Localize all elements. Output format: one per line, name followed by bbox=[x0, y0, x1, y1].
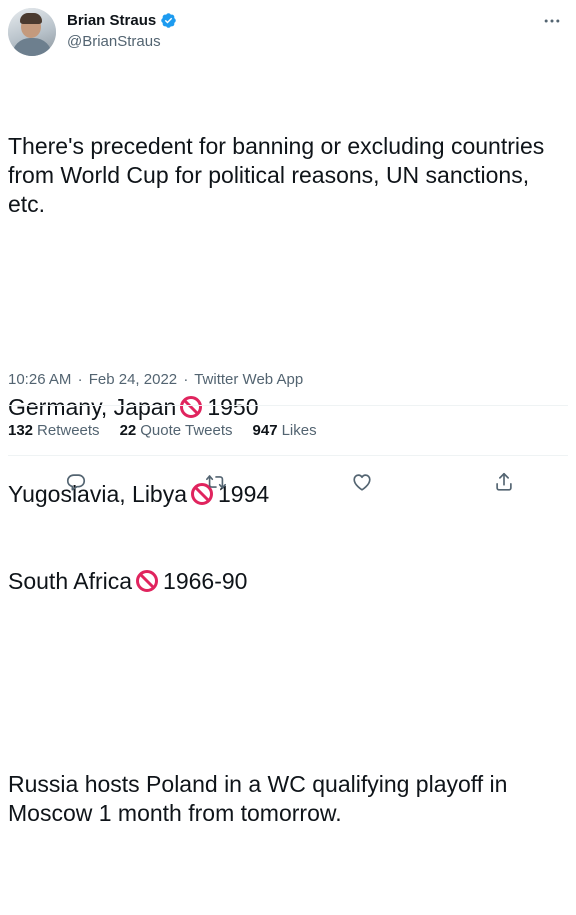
divider bbox=[8, 455, 568, 456]
tweet-time[interactable]: 10:26 AM bbox=[8, 371, 71, 388]
tweet-actions bbox=[0, 464, 576, 500]
prohibited-icon bbox=[135, 569, 159, 593]
likes-count: 947 bbox=[252, 422, 278, 439]
quote-tweets-stat[interactable]: 22 Quote Tweets bbox=[120, 422, 233, 439]
more-horizontal-icon[interactable] bbox=[538, 10, 566, 32]
author-display-name[interactable]: Brian Straus bbox=[67, 12, 156, 29]
author-handle[interactable]: @BrianStraus bbox=[67, 33, 161, 50]
retweets-label: Retweets bbox=[37, 422, 100, 439]
tweet-header: Brian Straus @BrianStraus bbox=[8, 8, 568, 60]
share-icon[interactable] bbox=[486, 464, 522, 500]
likes-label: Likes bbox=[281, 422, 317, 439]
meta-separator: · bbox=[183, 371, 189, 388]
ban-line-3-years: 1966-90 bbox=[163, 568, 248, 594]
ban-line-1-years: 1950 bbox=[207, 394, 259, 420]
retweets-count: 132 bbox=[8, 422, 34, 439]
retweet-icon[interactable] bbox=[198, 464, 234, 500]
ban-line-1-countries: Germany, Japan bbox=[8, 394, 177, 420]
ban-line-3-countries: South Africa bbox=[8, 568, 133, 594]
tweet-stats: 132 Retweets 22 Quote Tweets 947 Likes bbox=[8, 422, 317, 439]
retweets-stat[interactable]: 132 Retweets bbox=[8, 422, 100, 439]
author-name-row[interactable]: Brian Straus bbox=[67, 12, 177, 29]
verified-badge-icon bbox=[160, 12, 177, 29]
tweet-date[interactable]: Feb 24, 2022 bbox=[89, 371, 177, 388]
tweet-paragraph-3: Russia hosts Poland in a WC qualifying p… bbox=[8, 771, 514, 826]
quote-tweets-count: 22 bbox=[119, 422, 137, 439]
like-icon[interactable] bbox=[344, 464, 380, 500]
tweet-meta: 10:26 AM · Feb 24, 2022 · Twitter Web Ap… bbox=[8, 371, 305, 388]
divider bbox=[8, 405, 568, 406]
quote-tweets-label: Quote Tweets bbox=[140, 422, 233, 439]
ban-line-3: South Africa 1966-90 bbox=[8, 567, 548, 596]
reply-icon[interactable] bbox=[58, 464, 94, 500]
tweet-paragraph-1: There's precedent for banning or excludi… bbox=[8, 133, 551, 217]
ban-line-1: Germany, Japan 1950 bbox=[8, 393, 548, 422]
tweet: Brian Straus @BrianStraus There's preced… bbox=[0, 0, 576, 826]
avatar[interactable] bbox=[8, 8, 56, 56]
prohibited-icon bbox=[179, 395, 203, 419]
tweet-source[interactable]: Twitter Web App bbox=[194, 371, 303, 388]
meta-separator: · bbox=[77, 371, 83, 388]
likes-stat[interactable]: 947 Likes bbox=[253, 422, 317, 439]
